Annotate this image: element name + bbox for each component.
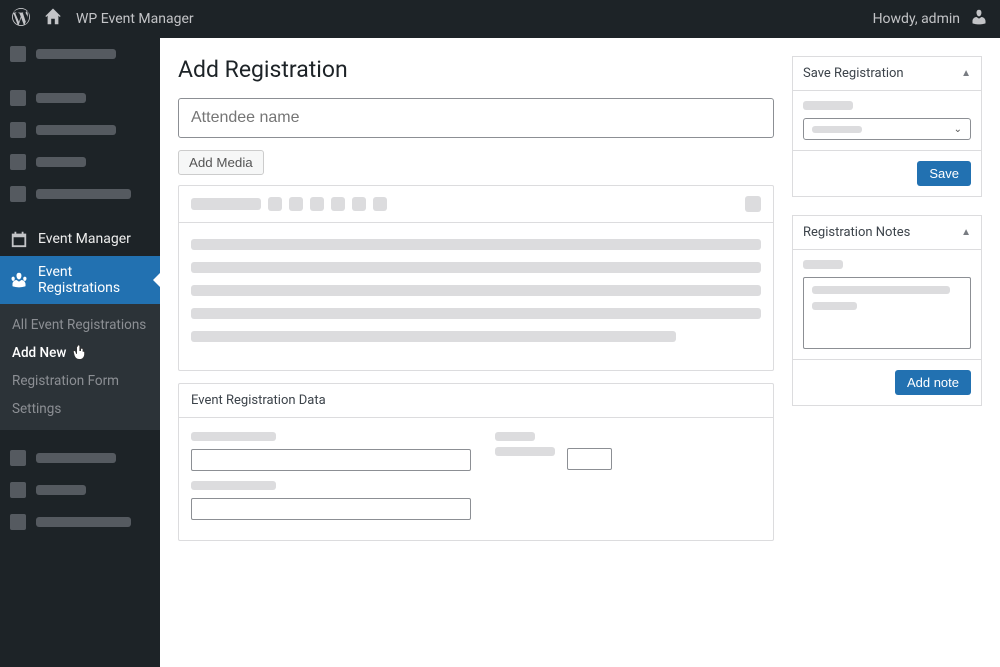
editor-body[interactable] <box>179 223 773 370</box>
notes-label-ghost <box>803 260 843 269</box>
main-content: Add Registration Add Media <box>160 38 1000 667</box>
panel-title: Registration Notes <box>803 225 910 240</box>
sidebar-item-label: Event Registrations <box>38 264 150 296</box>
erd-title: Event Registration Data <box>179 384 773 418</box>
add-note-button[interactable]: Add note <box>895 370 971 395</box>
sidebar-ghost-item[interactable] <box>0 442 160 474</box>
toolbar-ghost[interactable] <box>310 197 324 211</box>
content-editor <box>178 185 774 371</box>
sidebar-ghost-item[interactable] <box>0 114 160 146</box>
sidebar-sub-add-new[interactable]: Add New <box>0 339 160 367</box>
sidebar-item-event-registrations[interactable]: Event Registrations <box>0 256 160 304</box>
site-title[interactable]: WP Event Manager <box>76 11 194 27</box>
home-icon[interactable] <box>44 8 62 30</box>
sidebar-item-label: Event Manager <box>38 231 131 247</box>
panel-toggle-icon[interactable]: ▲ <box>961 68 971 79</box>
toolbar-ghost[interactable] <box>745 196 761 212</box>
save-registration-panel: Save Registration ▲ ⌄ Save <box>792 56 982 197</box>
panel-toggle-icon[interactable]: ▲ <box>961 227 971 238</box>
toolbar-ghost[interactable] <box>331 197 345 211</box>
toolbar-ghost[interactable] <box>373 197 387 211</box>
toolbar-ghost[interactable] <box>289 197 303 211</box>
erd-input-2[interactable] <box>191 498 471 520</box>
sidebar-ghost-item[interactable] <box>0 474 160 506</box>
chevron-down-icon: ⌄ <box>954 124 962 135</box>
sidebar-ghost-item[interactable] <box>0 38 160 70</box>
erd-input-1[interactable] <box>191 449 471 471</box>
sidebar-ghost-item[interactable] <box>0 506 160 538</box>
wp-logo-icon[interactable] <box>12 8 30 30</box>
panel-title: Save Registration <box>803 66 904 81</box>
notes-textarea[interactable] <box>803 277 971 349</box>
sidebar-item-event-manager[interactable]: Event Manager <box>0 222 160 256</box>
greeting[interactable]: Howdy, admin <box>873 11 960 27</box>
field-label-ghost <box>191 481 276 490</box>
erd-input-3[interactable] <box>567 448 612 470</box>
status-label-ghost <box>803 101 853 110</box>
cursor-hand-icon <box>72 345 86 361</box>
sidebar-ghost-item[interactable] <box>0 82 160 114</box>
registration-data-box: Event Registration Data <box>178 383 774 541</box>
field-label-ghost <box>495 432 535 441</box>
admin-sidebar: Event Manager Event Registrations All Ev… <box>0 38 160 667</box>
sidebar-submenu: All Event Registrations Add New Registra… <box>0 304 160 430</box>
user-icon[interactable] <box>970 8 988 30</box>
registration-notes-panel: Registration Notes ▲ Add note <box>792 215 982 406</box>
toolbar-ghost[interactable] <box>191 198 261 210</box>
admin-bar: WP Event Manager Howdy, admin <box>0 0 1000 38</box>
attendee-name-input[interactable] <box>178 98 774 138</box>
toolbar-ghost[interactable] <box>352 197 366 211</box>
editor-toolbar <box>179 186 773 223</box>
add-media-button[interactable]: Add Media <box>178 150 264 175</box>
save-button[interactable]: Save <box>917 161 971 186</box>
page-title: Add Registration <box>178 56 774 83</box>
field-value-ghost <box>495 447 555 456</box>
sidebar-sub-settings[interactable]: Settings <box>0 395 160 423</box>
sidebar-sub-form[interactable]: Registration Form <box>0 367 160 395</box>
sidebar-sub-all[interactable]: All Event Registrations <box>0 311 160 339</box>
status-select[interactable]: ⌄ <box>803 118 971 140</box>
sidebar-ghost-item[interactable] <box>0 146 160 178</box>
sidebar-ghost-item[interactable] <box>0 178 160 210</box>
toolbar-ghost[interactable] <box>268 197 282 211</box>
field-label-ghost <box>191 432 276 441</box>
